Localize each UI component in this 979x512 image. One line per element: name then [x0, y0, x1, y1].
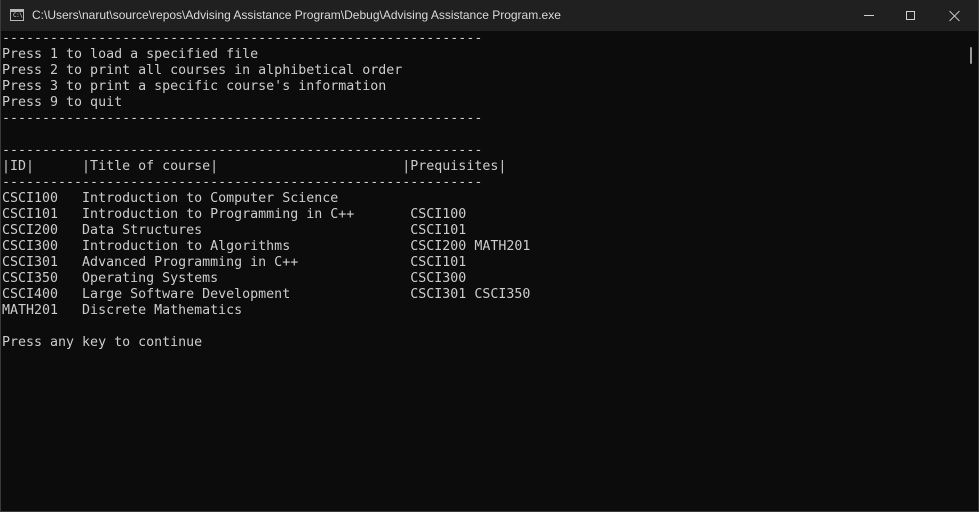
console-line: ----------------------------------------… — [2, 111, 483, 126]
console-output[interactable]: ----------------------------------------… — [2, 31, 964, 511]
maximize-icon — [905, 11, 915, 20]
title-bar[interactable]: C:\ C:\Users\narut\source\repos\Advising… — [1, 0, 978, 31]
maximize-button[interactable] — [887, 0, 933, 31]
table-row: CSCI200 Data Structures CSCI101 — [2, 223, 467, 238]
table-header-line: |ID| |Title of course| |Prequisites| — [2, 159, 507, 174]
window-title: C:\Users\narut\source\repos\Advising Ass… — [32, 8, 561, 22]
console-line: Press 2 to print all courses in alphibet… — [2, 63, 403, 78]
close-button[interactable] — [932, 0, 978, 31]
console-line — [2, 319, 964, 335]
console-line: Press 1 to load a specified file — [2, 47, 259, 62]
table-row: CSCI301 Advanced Programming in C++ CSCI… — [2, 255, 467, 270]
console-line — [2, 127, 964, 143]
minimize-icon — [864, 15, 874, 16]
console-line: Press 3 to print a specific course's inf… — [2, 79, 387, 94]
vertical-scrollbar[interactable] — [964, 31, 978, 511]
continue-prompt: Press any key to continue — [2, 335, 203, 350]
table-row: CSCI350 Operating Systems CSCI300 — [2, 271, 467, 286]
table-row: CSCI101 Introduction to Programming in C… — [2, 207, 467, 222]
close-icon — [949, 10, 961, 22]
console-window: C:\ C:\Users\narut\source\repos\Advising… — [0, 0, 979, 512]
console-line: Press 9 to quit — [2, 95, 123, 110]
table-row: CSCI300 Introduction to Algorithms CSCI2… — [2, 239, 531, 254]
minimize-button[interactable] — [846, 0, 892, 31]
console-app-icon[interactable]: C:\ — [10, 9, 24, 21]
console-line: ----------------------------------------… — [2, 175, 483, 190]
scrollbar-thumb[interactable] — [970, 47, 972, 64]
table-row: CSCI400 Large Software Development CSCI3… — [2, 287, 531, 302]
table-row: MATH201 Discrete Mathematics — [2, 303, 243, 318]
console-line: ----------------------------------------… — [2, 143, 483, 158]
app-icon-label: C:\ — [13, 12, 23, 19]
console-line: ----------------------------------------… — [2, 31, 483, 46]
table-row: CSCI100 Introduction to Computer Science — [2, 191, 339, 206]
